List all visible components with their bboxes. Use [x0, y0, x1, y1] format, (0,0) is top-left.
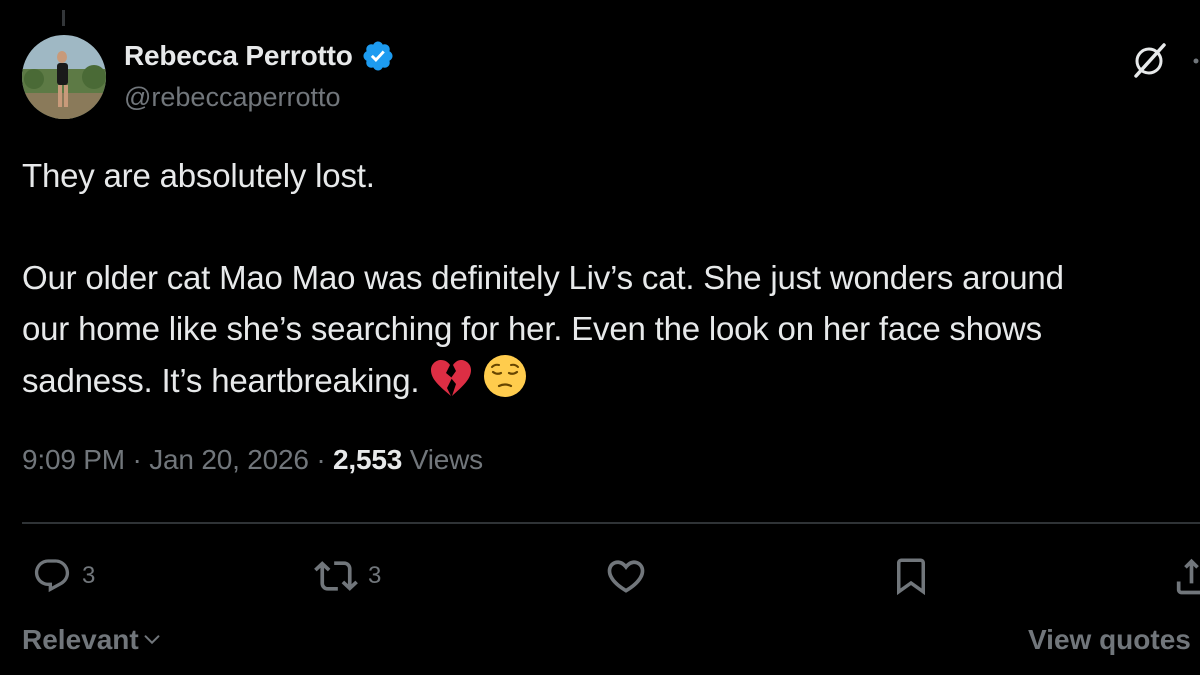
meta-separator: ·: [132, 444, 142, 475]
tweet-date[interactable]: Jan 20, 2026: [149, 444, 309, 475]
share-button[interactable]: [1172, 556, 1200, 596]
tweet-line: our home like she’s searching for her. E…: [22, 310, 1042, 347]
author-handle[interactable]: @rebeccaperrotto: [124, 82, 341, 113]
paragraph-break: [22, 201, 1200, 252]
broken-heart-emoji-icon: [429, 358, 473, 412]
bookmark-button[interactable]: [890, 556, 932, 596]
avatar[interactable]: [22, 35, 106, 119]
avatar-photo: [22, 35, 106, 119]
author-display-name[interactable]: Rebecca Perrotto: [124, 40, 353, 72]
verified-badge-icon[interactable]: [361, 39, 395, 73]
sort-replies-dropdown[interactable]: Relevant: [22, 624, 163, 656]
chevron-down-icon: [144, 635, 160, 645]
repost-button[interactable]: 3: [314, 556, 381, 596]
tweet-text: They are absolutely lost. Our older cat …: [22, 150, 1200, 412]
bookmark-icon: [897, 558, 925, 596]
tweet-time[interactable]: 9:09 PM: [22, 444, 125, 475]
view-quotes-link[interactable]: View quotes: [1028, 624, 1191, 656]
sort-label: Relevant: [22, 624, 139, 655]
views-label[interactable]: Views: [410, 444, 483, 475]
heart-icon: [607, 560, 645, 593]
reply-button[interactable]: 3: [32, 556, 95, 596]
more-options-icon[interactable]: [1190, 54, 1200, 68]
repost-count: 3: [368, 562, 382, 589]
meta-separator: ·: [316, 444, 326, 475]
tweet-line: Our older cat Mao Mao was definitely Liv…: [22, 259, 1064, 296]
reply-count: 3: [82, 562, 96, 589]
tweet-meta: 9:09 PM · Jan 20, 2026 · 2,553 Views: [22, 444, 483, 476]
divider: [22, 522, 1200, 524]
share-icon: [1176, 558, 1200, 595]
tweet-line-text: sadness. It’s heartbreaking.: [22, 362, 420, 399]
repost-icon: [314, 561, 358, 591]
pensive-face-emoji-icon: [483, 354, 527, 412]
like-button[interactable]: [604, 556, 648, 596]
views-count[interactable]: 2,553: [333, 444, 402, 475]
reply-icon: [34, 559, 70, 593]
tweet-line-last: sadness. It’s heartbreaking.: [22, 354, 1200, 412]
grok-icon[interactable]: [1130, 40, 1170, 80]
author-name-row: Rebecca Perrotto: [124, 36, 395, 76]
thread-connector-line: [62, 10, 65, 26]
tweet-line: They are absolutely lost.: [22, 157, 375, 194]
